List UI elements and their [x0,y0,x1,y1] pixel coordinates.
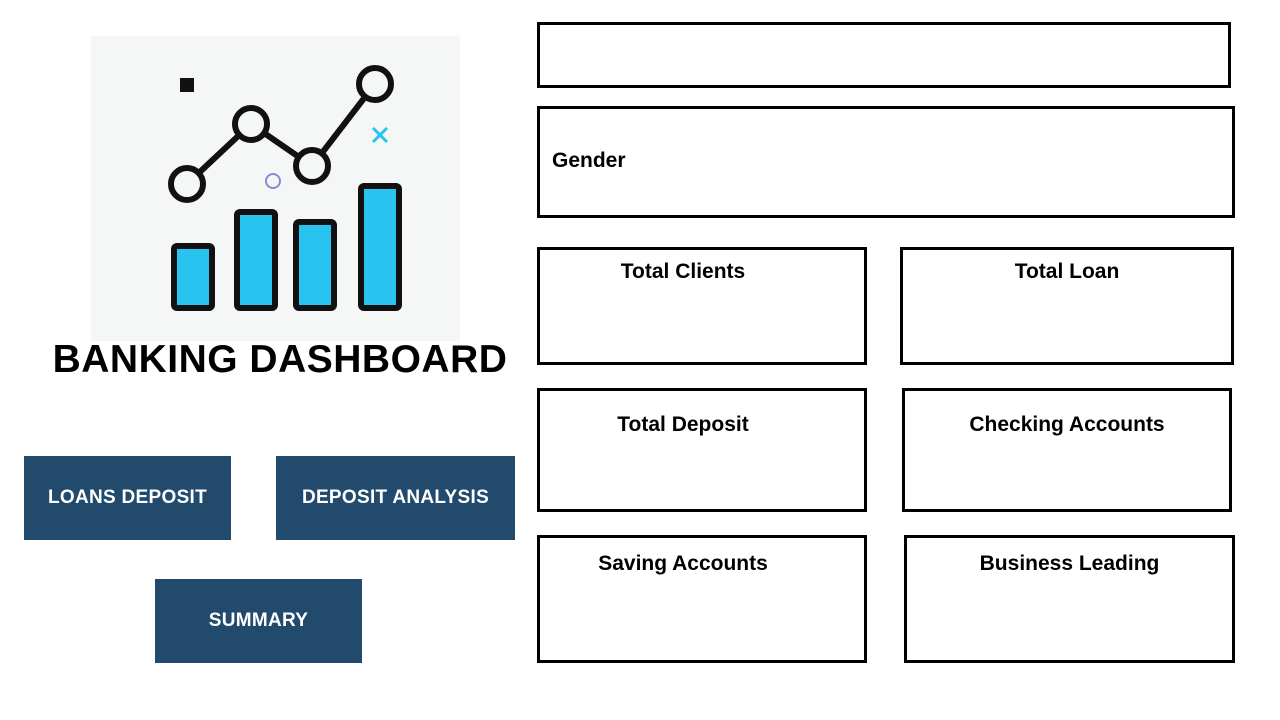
kpi-card-checking-accounts: Checking Accounts [902,388,1232,512]
header-panel [537,22,1231,88]
kpi-label: Saving Accounts [598,552,768,575]
kpi-card-total-loan: Total Loan [900,247,1234,365]
chart-growth-icon [168,65,402,311]
loans-deposit-button[interactable]: LOANS DEPOSIT [24,456,231,540]
kpi-label: Business Leading [979,552,1160,575]
page-title: BANKING DASHBOARD [52,338,508,381]
gender-filter-label: Gender [552,149,626,172]
kpi-label: Total Clients [620,260,746,283]
kpi-label: Total Deposit [617,413,749,436]
kpi-card-total-deposit: Total Deposit [537,388,867,512]
summary-button[interactable]: SUMMARY [155,579,362,663]
gender-filter[interactable]: Gender [537,106,1235,218]
kpi-card-total-clients: Total Clients [537,247,867,365]
dashboard-logo [91,36,460,341]
kpi-label: Total Loan [1014,260,1120,283]
kpi-card-saving-accounts: Saving Accounts [537,535,867,663]
kpi-card-business-leading: Business Leading [904,535,1235,663]
kpi-label: Checking Accounts [969,413,1165,436]
deposit-analysis-button[interactable]: DEPOSIT ANALYSIS [276,456,515,540]
